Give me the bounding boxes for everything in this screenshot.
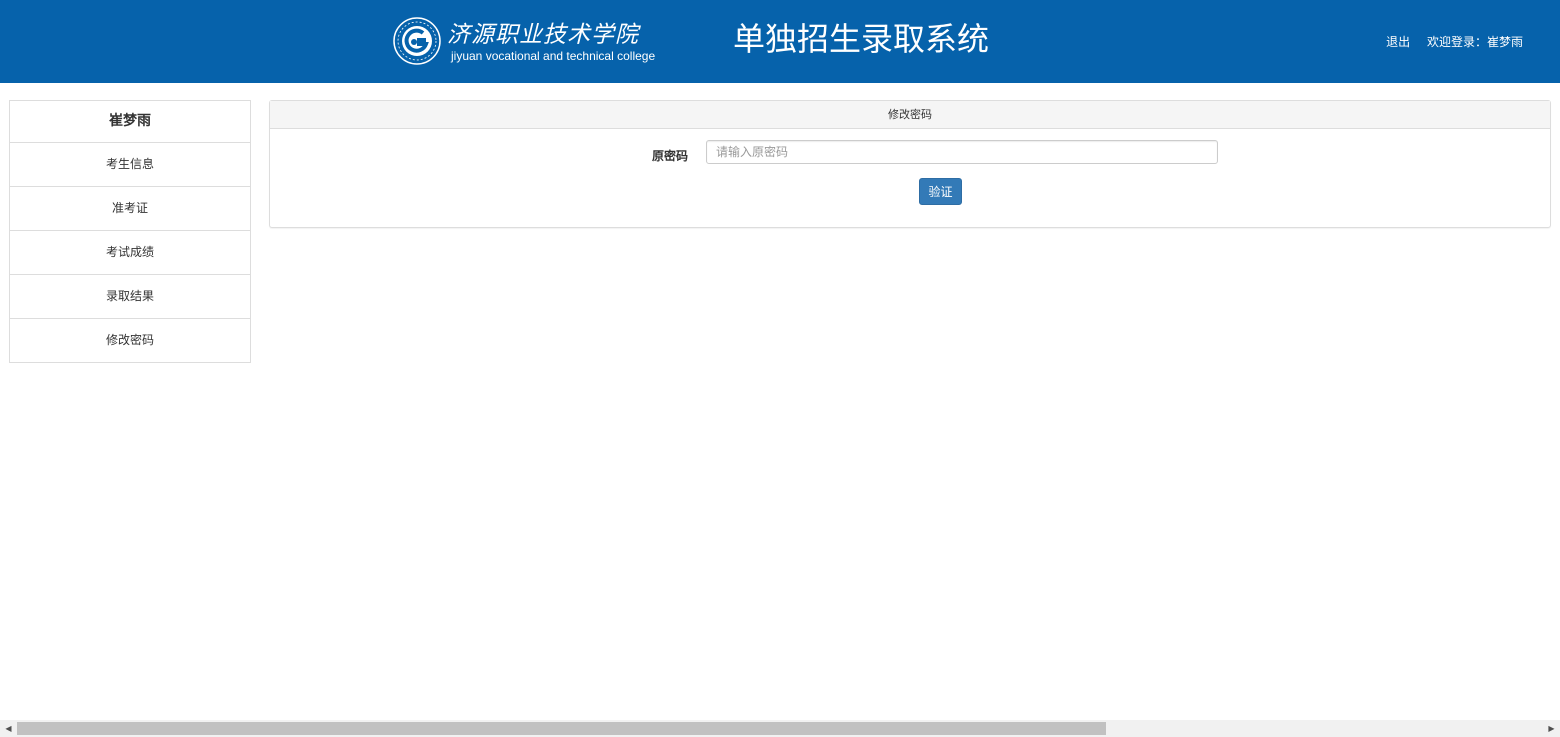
arrow-left-icon[interactable]: ◀ — [0, 720, 17, 737]
system-title: 单独招生录取系统 — [733, 20, 990, 58]
logo-chinese-name: 济源职业技术学院 — [447, 22, 639, 48]
welcome-text: 欢迎登录：崔梦雨 — [1426, 35, 1523, 49]
sidebar-item-admission-result[interactable]: 录取结果 — [10, 275, 250, 319]
sidebar-item-exam-scores[interactable]: 考试成绩 — [10, 231, 250, 275]
arrow-right-icon[interactable]: ▶ — [1543, 720, 1560, 737]
sidebar-user-name: 崔梦雨 — [10, 101, 250, 143]
old-password-label: 原密码 — [652, 149, 689, 163]
top-header: 济源职业技术学院 jiyuan vocational and technical… — [0, 0, 1560, 83]
college-logo: 济源职业技术学院 jiyuan vocational and technical… — [393, 15, 655, 67]
logo-english-name: jiyuan vocational and technical college — [451, 49, 656, 63]
panel-heading: 修改密码 — [270, 101, 1550, 129]
horizontal-scrollbar[interactable]: ◀ ▶ — [0, 720, 1560, 737]
college-emblem-icon — [393, 17, 441, 65]
verify-button[interactable]: 验证 — [919, 178, 962, 205]
user-area: 退出 欢迎登录：崔梦雨 — [1386, 33, 1523, 50]
logout-link[interactable]: 退出 — [1386, 35, 1410, 49]
change-password-panel: 修改密码 原密码 验证 — [269, 100, 1551, 228]
scrollbar-thumb[interactable] — [17, 722, 1106, 735]
sidebar-item-admission-ticket[interactable]: 准考证 — [10, 187, 250, 231]
sidebar: 崔梦雨 考生信息 准考证 考试成绩 录取结果 修改密码 — [9, 100, 251, 363]
sidebar-item-student-info[interactable]: 考生信息 — [10, 143, 250, 187]
sidebar-item-change-password[interactable]: 修改密码 — [10, 319, 250, 362]
old-password-input[interactable] — [706, 140, 1218, 164]
